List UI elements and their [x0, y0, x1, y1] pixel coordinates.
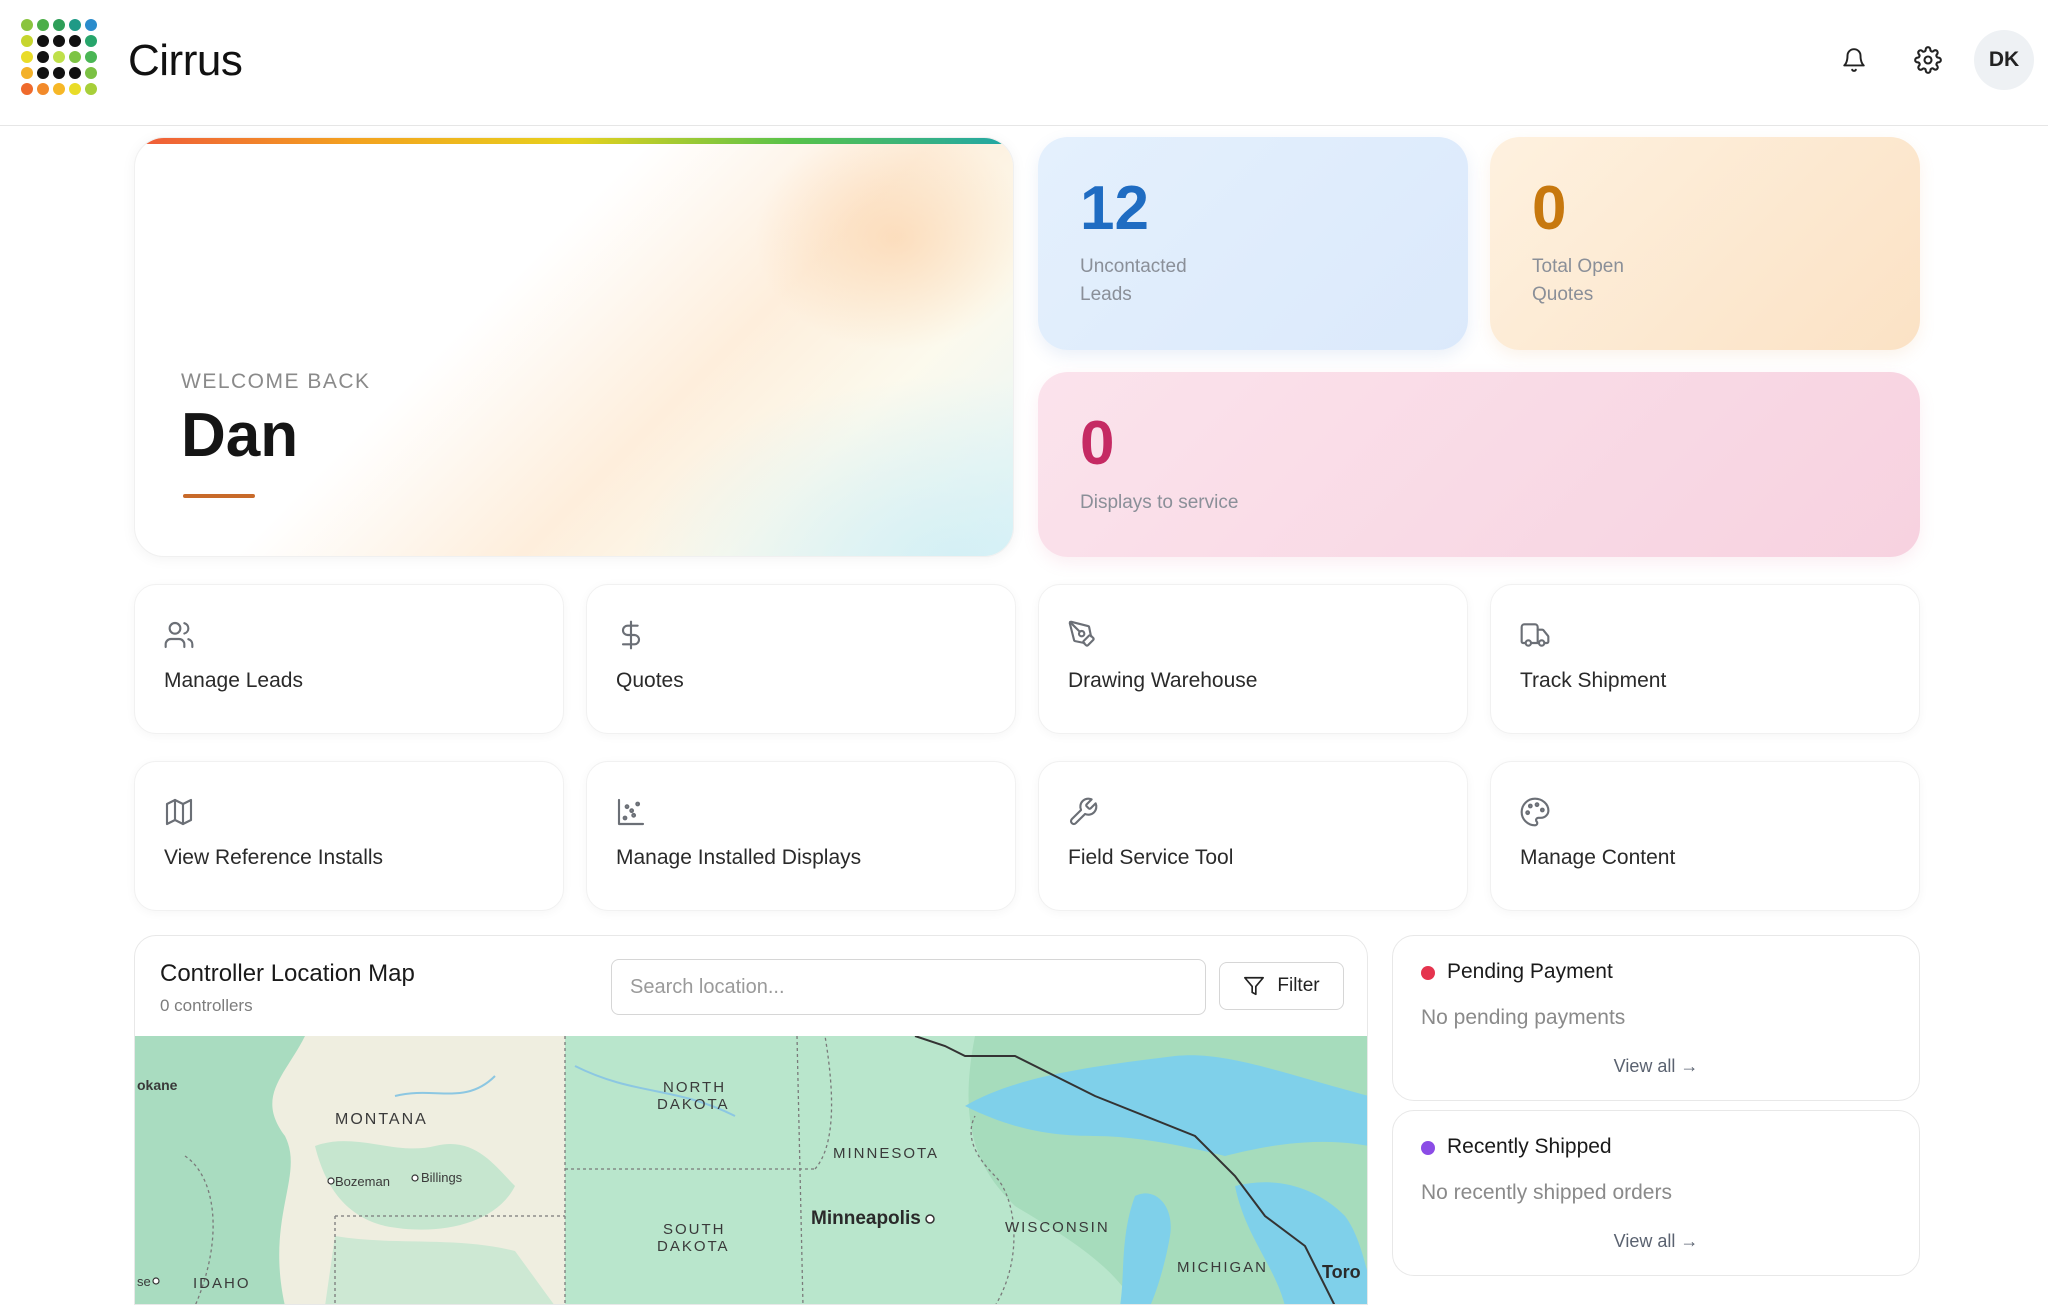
pending-payment-empty: No pending payments — [1421, 1006, 1626, 1029]
stat-value: 12 — [1080, 174, 1149, 243]
map-label-north-dakota-2: DAKOTA — [657, 1096, 730, 1113]
action-label: Quotes — [616, 669, 684, 692]
action-track-shipment[interactable]: Track Shipment — [1490, 584, 1920, 734]
map-label-minnesota: MINNESOTA — [833, 1145, 939, 1162]
action-manage-leads[interactable]: Manage Leads — [134, 584, 564, 734]
bell-icon[interactable] — [1838, 44, 1870, 76]
map-label-wisconsin: WISCONSIN — [1005, 1219, 1110, 1236]
map-label-south-dakota-1: SOUTH — [663, 1221, 726, 1238]
welcome-eyebrow: WELCOME BACK — [181, 370, 371, 393]
recently-shipped-card: Recently Shipped No recently shipped ord… — [1392, 1110, 1920, 1276]
pending-payment-view-all-link[interactable]: View all → — [1393, 1056, 1919, 1077]
stat-total-open-quotes[interactable]: 0 Total Open Quotes — [1490, 137, 1920, 350]
stat-label: Displays to service — [1080, 492, 1239, 513]
stat-displays-to-service[interactable]: 0 Displays to service — [1038, 372, 1920, 557]
map-label-spokane: okane — [137, 1077, 178, 1093]
action-manage-installed-displays[interactable]: Manage Installed Displays — [586, 761, 1016, 911]
user-avatar[interactable]: DK — [1974, 30, 2034, 90]
action-label: Field Service Tool — [1068, 846, 1234, 869]
action-drawing-warehouse[interactable]: Drawing Warehouse — [1038, 584, 1468, 734]
map-label-michigan: MICHIGAN — [1177, 1259, 1268, 1276]
chart-scatter-icon — [617, 798, 645, 826]
map-label-idaho: IDAHO — [193, 1275, 251, 1292]
brand-name[interactable]: Cirrus — [128, 36, 243, 86]
user-first-name: Dan — [181, 401, 299, 470]
stat-value: 0 — [1080, 409, 1115, 478]
action-label: Manage Leads — [164, 669, 303, 692]
name-underline — [183, 494, 255, 498]
map-label-toronto: Toro — [1322, 1262, 1361, 1282]
action-label: Manage Content — [1520, 846, 1676, 869]
stat-label-line1: Uncontacted — [1080, 256, 1187, 277]
recently-shipped-empty: No recently shipped orders — [1421, 1181, 1672, 1204]
map-label-billings: Billings — [421, 1170, 463, 1185]
stat-label-line2: Leads — [1080, 284, 1132, 305]
map-label-north-dakota-1: NORTH — [663, 1079, 726, 1096]
map-title: Controller Location Map — [160, 960, 415, 987]
action-label: Track Shipment — [1520, 669, 1667, 692]
recently-shipped-title: Recently Shipped — [1447, 1135, 1612, 1158]
action-label: Manage Installed Displays — [616, 846, 862, 869]
action-label: Drawing Warehouse — [1068, 669, 1258, 692]
stat-label-line2: Quotes — [1532, 284, 1594, 305]
status-dot — [1421, 1141, 1435, 1155]
pen-tool-icon — [1068, 620, 1095, 647]
action-quotes[interactable]: Quotes — [586, 584, 1016, 734]
map-icon — [165, 798, 193, 826]
rainbow-bar — [135, 138, 1013, 144]
truck-icon — [1520, 623, 1550, 647]
stat-value: 0 — [1532, 174, 1567, 243]
stat-label-line1: Total Open — [1532, 256, 1624, 277]
location-search-input[interactable] — [611, 959, 1206, 1015]
top-bar: Cirrus DK — [0, 0, 2048, 126]
map-label-minneapolis: Minneapolis — [811, 1208, 921, 1229]
action-field-service-tool[interactable]: Field Service Tool — [1038, 761, 1468, 911]
dollar-icon — [621, 620, 640, 650]
users-icon — [164, 621, 194, 649]
action-label: View Reference Installs — [164, 846, 384, 869]
status-dot — [1421, 966, 1435, 980]
pending-payment-card: Pending Payment No pending payments View… — [1392, 935, 1920, 1101]
filter-label: Filter — [1277, 975, 1320, 996]
map-label-south-dakota-2: DAKOTA — [657, 1238, 730, 1255]
filter-button[interactable]: Filter — [1219, 962, 1344, 1010]
pending-payment-title: Pending Payment — [1447, 960, 1613, 983]
map-label-boise: se — [137, 1274, 151, 1289]
action-view-reference-installs[interactable]: View Reference Installs — [134, 761, 564, 911]
filter-icon — [1244, 976, 1265, 996]
welcome-card: WELCOME BACK Dan — [134, 137, 1014, 557]
controller-map[interactable]: okane MONTANA NORTH DAKOTA MINNESOTA Boz… — [135, 1036, 1368, 1305]
wrench-icon — [1069, 797, 1098, 826]
controller-count: 0 controllers — [160, 996, 253, 1015]
palette-icon — [1520, 797, 1550, 827]
stat-uncontacted-leads[interactable]: 12 Uncontacted Leads — [1038, 137, 1468, 350]
map-label-montana: MONTANA — [335, 1111, 428, 1128]
controller-map-card: Controller Location Map 0 controllers Fi… — [134, 935, 1368, 1305]
welcome-gradient — [135, 138, 1013, 556]
action-manage-content[interactable]: Manage Content — [1490, 761, 1920, 911]
recently-shipped-view-all-link[interactable]: View all → — [1393, 1231, 1919, 1252]
cirrus-logo[interactable] — [20, 18, 106, 102]
map-label-bozeman: Bozeman — [335, 1174, 390, 1189]
gear-icon[interactable] — [1912, 44, 1944, 76]
